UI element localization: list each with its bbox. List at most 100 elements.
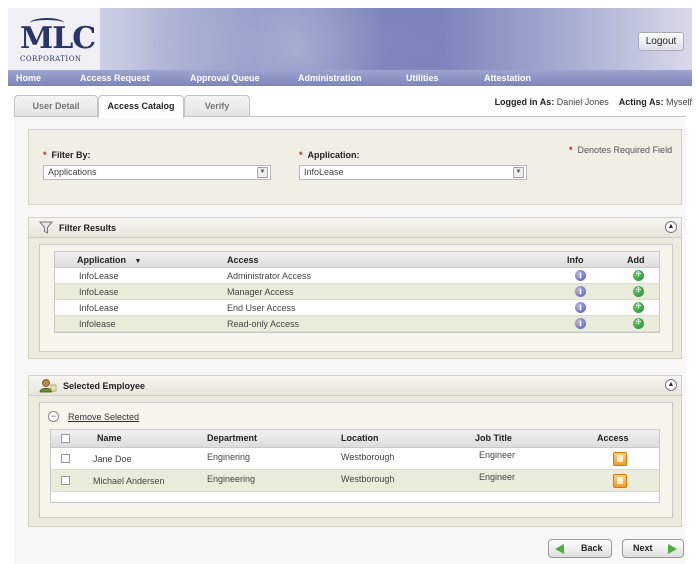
table-row: Michael Andersen Engineering Westborough… xyxy=(51,470,659,492)
acting-as-user: Myself xyxy=(665,97,692,107)
table-row: InfoLease End User Access i + xyxy=(55,300,659,316)
cell-name: Michael Andersen xyxy=(93,476,165,486)
tab-user-detail[interactable]: User Detail xyxy=(14,95,98,117)
header-banner-image xyxy=(138,8,538,70)
filter-results-frame: Application ▼ Access Info Add InfoLease … xyxy=(39,244,673,352)
required-note: * Denotes Required Field xyxy=(569,145,673,155)
cell-job-title: Engineer xyxy=(479,472,516,482)
back-button-label: Back xyxy=(581,543,603,553)
logout-button[interactable]: Logout xyxy=(638,32,684,51)
table-row: InfoLease Manager Access i + xyxy=(55,284,659,300)
arrow-right-icon xyxy=(668,544,677,554)
application-label: * Application: xyxy=(299,150,360,160)
tab-access-catalog[interactable]: Access Catalog xyxy=(98,95,184,118)
column-header-info: Info xyxy=(567,255,584,265)
selected-employee-table: Name Department Location Job Title Acces… xyxy=(50,429,660,503)
remove-selected-link[interactable]: Remove Selected xyxy=(68,412,139,422)
filter-by-select[interactable]: Applications ▼ xyxy=(43,165,271,180)
required-star: * xyxy=(299,150,303,160)
logo-subtext: CORPORATION xyxy=(20,55,82,63)
filter-by-value: Applications xyxy=(48,167,97,177)
cell-application: Infolease xyxy=(79,319,116,329)
column-header-job-title: Job Title xyxy=(475,433,512,443)
column-header-application[interactable]: Application ▼ xyxy=(77,255,141,265)
nav-item-access-request[interactable]: Access Request xyxy=(80,70,150,86)
filter-results-header: Filter Results ▲ xyxy=(29,218,681,238)
selected-employee-title: Selected Employee xyxy=(63,381,146,391)
acting-as-label: Acting As: xyxy=(618,97,664,107)
sort-down-icon: ▼ xyxy=(134,258,142,265)
cell-location: Westborough xyxy=(341,452,395,462)
main-nav: Home Access Request Approval Queue Admin… xyxy=(8,70,692,86)
collapse-toggle-icon[interactable]: ▲ xyxy=(665,379,677,391)
column-header-department: Department xyxy=(207,433,258,443)
add-icon[interactable]: + xyxy=(633,270,644,281)
info-icon[interactable]: i xyxy=(575,286,586,297)
cell-location: Westborough xyxy=(341,474,395,484)
back-button[interactable]: Back xyxy=(548,539,612,558)
table-row: Jane Doe Enginering Westborough Engineer xyxy=(51,448,659,470)
column-header-access: Access xyxy=(227,255,259,265)
add-icon[interactable]: + xyxy=(633,302,644,313)
nav-item-administration[interactable]: Administration xyxy=(298,70,362,86)
table-header: Application ▼ Access Info Add xyxy=(55,252,659,268)
tab-verify[interactable]: Verify xyxy=(184,95,250,117)
cell-department: Engineering xyxy=(207,474,256,484)
filter-results-table: Application ▼ Access Info Add InfoLease … xyxy=(54,251,660,333)
next-button[interactable]: Next xyxy=(622,539,684,558)
cell-access: Administrator Access xyxy=(227,271,312,281)
selected-employee-frame: − Remove Selected Name Department Locati… xyxy=(39,402,673,518)
application-value: InfoLease xyxy=(304,167,344,177)
nav-item-home[interactable]: Home xyxy=(16,70,41,86)
application-select[interactable]: InfoLease ▼ xyxy=(299,165,527,180)
logged-in-label: Logged in As: xyxy=(494,97,555,107)
column-header-location: Location xyxy=(341,433,379,443)
row-checkbox[interactable] xyxy=(61,454,70,463)
required-star: * xyxy=(569,145,573,155)
select-all-checkbox[interactable] xyxy=(61,434,70,443)
logo-text: MLC xyxy=(20,21,96,56)
logged-in-user: Daniel Jones xyxy=(556,97,609,107)
info-icon[interactable]: i xyxy=(575,318,586,329)
access-folder-icon[interactable] xyxy=(613,474,627,488)
info-icon[interactable]: i xyxy=(575,270,586,281)
nav-item-approval-queue[interactable]: Approval Queue xyxy=(190,70,260,86)
cell-department: Enginering xyxy=(207,452,251,462)
column-header-add: Add xyxy=(627,255,645,265)
main-content: * Filter By: Applications ▼ * Application:… xyxy=(14,116,686,564)
arrow-left-icon xyxy=(555,544,564,554)
cell-application: InfoLease xyxy=(79,271,119,281)
next-button-label: Next xyxy=(633,543,653,553)
add-icon[interactable]: + xyxy=(633,318,644,329)
cell-access: End User Access xyxy=(227,303,296,313)
remove-circle-icon[interactable]: − xyxy=(48,411,59,422)
cell-access: Manager Access xyxy=(227,287,294,297)
cell-name: Jane Doe xyxy=(93,454,132,464)
table-row: InfoLease Administrator Access i + xyxy=(55,268,659,284)
app-header: MLC CORPORATION Logout xyxy=(8,8,692,70)
column-header-access: Access xyxy=(597,433,629,443)
info-icon[interactable]: i xyxy=(575,302,586,313)
cell-application: InfoLease xyxy=(79,287,119,297)
column-header-name: Name xyxy=(97,433,122,443)
chevron-down-icon: ▼ xyxy=(513,167,524,178)
access-folder-icon[interactable] xyxy=(613,452,627,466)
employee-icon xyxy=(39,379,57,393)
table-header: Name Department Location Job Title Acces… xyxy=(51,430,659,448)
collapse-toggle-icon[interactable]: ▲ xyxy=(665,221,677,233)
filter-results-panel: Filter Results ▲ Application ▼ Access In… xyxy=(28,217,682,359)
row-checkbox[interactable] xyxy=(61,476,70,485)
selected-employee-header: Selected Employee ▲ xyxy=(29,376,681,396)
filter-panel: * Filter By: Applications ▼ * Application:… xyxy=(28,129,682,205)
nav-item-attestation[interactable]: Attestation xyxy=(484,70,531,86)
session-info: Logged in As: Daniel Jones Acting As: My… xyxy=(495,97,692,107)
cell-job-title: Engineer xyxy=(479,450,516,460)
nav-item-utilities[interactable]: Utilities xyxy=(406,70,439,86)
company-logo: MLC CORPORATION xyxy=(8,8,100,70)
chevron-down-icon: ▼ xyxy=(257,167,268,178)
required-star: * xyxy=(43,150,47,160)
funnel-icon xyxy=(39,221,53,234)
cell-access: Read-only Access xyxy=(227,319,300,329)
selected-employee-panel: Selected Employee ▲ − Remove Selected Na… xyxy=(28,375,682,527)
add-icon[interactable]: + xyxy=(633,286,644,297)
